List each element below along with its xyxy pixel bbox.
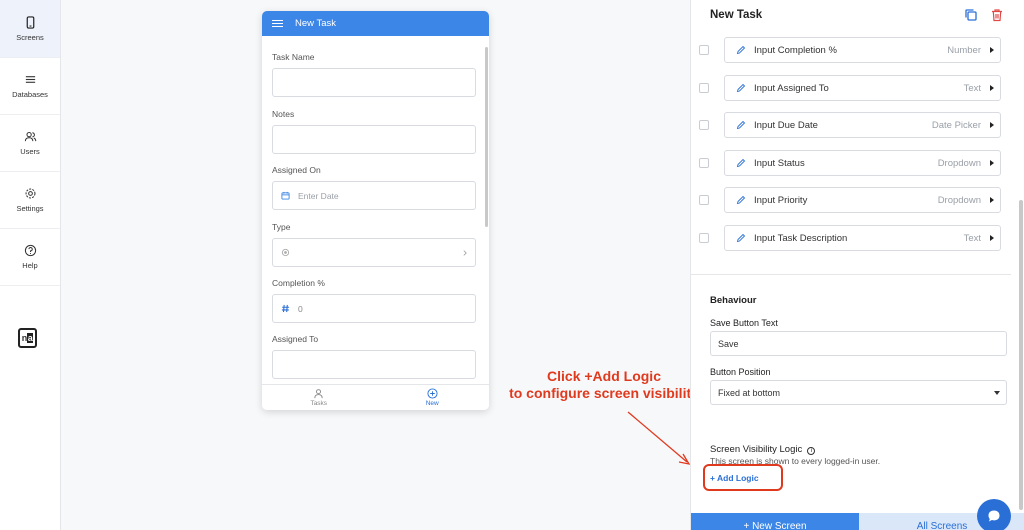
caret-right-icon [990, 47, 994, 53]
component-item[interactable]: Input Task Description Text [724, 225, 1001, 251]
nav-label: Screens [16, 32, 44, 42]
component-row: Input Priority Dropdown [699, 187, 1001, 213]
list-icon [25, 76, 35, 83]
caret-right-icon [990, 160, 994, 166]
nav-item-screens[interactable]: Screens [0, 0, 60, 58]
nav-item-databases[interactable]: Databases [0, 58, 60, 115]
component-item[interactable]: Input Assigned To Text [724, 75, 1001, 101]
annotation-text: Click +Add Logic to configure screen vis… [509, 368, 699, 401]
trash-icon[interactable] [990, 8, 1004, 22]
component-row: Input Assigned To Text [699, 75, 1001, 101]
nav-label: Users [20, 147, 40, 156]
tab-new[interactable]: New [376, 385, 490, 410]
save-button-text-label: Save Button Text [710, 318, 778, 328]
nav-item-help[interactable]: Help [0, 229, 60, 286]
component-item[interactable]: Input Status Dropdown [724, 150, 1001, 176]
component-checkbox[interactable] [699, 195, 709, 205]
button-position-label: Button Position [710, 367, 771, 377]
nav-label: Settings [16, 204, 44, 213]
caret-right-icon [990, 85, 994, 91]
plus-circle-icon [427, 388, 438, 399]
visibility-title: Screen Visibility Logic i [710, 444, 816, 455]
properties-panel: New Task Input Completion % Number Input… [690, 0, 1024, 530]
button-position-select[interactable]: Fixed at bottom [710, 380, 1007, 405]
assigned-to-input[interactable] [272, 350, 476, 379]
pencil-icon [736, 83, 746, 93]
panel-title: New Task [710, 9, 763, 21]
copy-icon[interactable] [964, 8, 978, 22]
app-logo: na [18, 328, 37, 348]
phone-preview: New Task Task Name Notes Assigned On Ent… [262, 11, 489, 410]
field-assigned-to: Assigned To [272, 334, 476, 379]
caret-right-icon [990, 235, 994, 241]
caret-right-icon [990, 122, 994, 128]
pencil-icon [736, 120, 746, 130]
annotation-highlight [703, 464, 783, 491]
phone-scrollbar[interactable] [485, 47, 488, 227]
help-icon [24, 244, 36, 257]
radio-icon [281, 248, 290, 257]
component-checkbox[interactable] [699, 158, 709, 168]
chat-bubble-icon [988, 510, 1000, 522]
field-notes: Notes [272, 109, 476, 154]
type-select[interactable] [272, 238, 476, 267]
gear-icon [25, 188, 35, 199]
assigned-on-input[interactable]: Enter Date [272, 181, 476, 210]
component-row: Input Completion % Number [699, 37, 1001, 63]
tab-tasks[interactable]: Tasks [262, 385, 376, 410]
section-divider [691, 274, 1011, 275]
nav-item-settings[interactable]: Settings [0, 172, 60, 229]
component-item[interactable]: Input Completion % Number [724, 37, 1001, 63]
pencil-icon [736, 195, 746, 205]
component-item[interactable]: Input Priority Dropdown [724, 187, 1001, 213]
component-row: Input Status Dropdown [699, 150, 1001, 176]
pencil-icon [736, 158, 746, 168]
nav-label: Help [22, 261, 38, 270]
task-name-input[interactable] [272, 68, 476, 97]
left-nav: Screens Databases Users Settings Help na [0, 0, 61, 530]
phone-icon [26, 15, 34, 29]
caret-right-icon [990, 197, 994, 203]
field-type: Type [272, 222, 476, 267]
field-completion: Completion % 0 [272, 278, 476, 323]
chat-button[interactable] [977, 499, 1011, 530]
field-task-name: Task Name [272, 52, 476, 97]
calendar-icon [281, 191, 290, 200]
info-icon[interactable]: i [807, 447, 816, 455]
phone-title: New Task [295, 18, 337, 29]
users-icon [24, 131, 36, 142]
field-assigned-on: Assigned On Enter Date [272, 165, 476, 210]
chevron-right-icon [463, 250, 467, 256]
hamburger-icon[interactable] [272, 19, 283, 28]
component-checkbox[interactable] [699, 45, 709, 55]
phone-tab-bar: Tasks New [262, 384, 489, 410]
phone-form: Task Name Notes Assigned On Enter Date T… [262, 36, 489, 384]
panel-actions [964, 8, 1004, 22]
completion-input[interactable]: 0 [272, 294, 476, 323]
new-screen-button[interactable]: + New Screen [691, 513, 859, 530]
nav-item-users[interactable]: Users [0, 115, 60, 172]
pencil-icon [736, 233, 746, 243]
component-checkbox[interactable] [699, 120, 709, 130]
component-row: Input Task Description Text [699, 225, 1001, 251]
component-checkbox[interactable] [699, 233, 709, 243]
component-row: Input Due Date Date Picker [699, 112, 1001, 138]
panel-scrollbar[interactable] [1019, 200, 1023, 510]
hash-icon [281, 304, 290, 313]
dropdown-arrow-icon [994, 391, 1000, 395]
pencil-icon [736, 45, 746, 55]
notes-input[interactable] [272, 125, 476, 154]
behaviour-title: Behaviour [710, 295, 757, 306]
save-button-text-input[interactable]: Save [710, 331, 1007, 356]
user-icon [314, 389, 323, 399]
component-item[interactable]: Input Due Date Date Picker [724, 112, 1001, 138]
component-checkbox[interactable] [699, 83, 709, 93]
nav-label: Databases [12, 90, 48, 99]
phone-header: New Task [262, 11, 489, 36]
